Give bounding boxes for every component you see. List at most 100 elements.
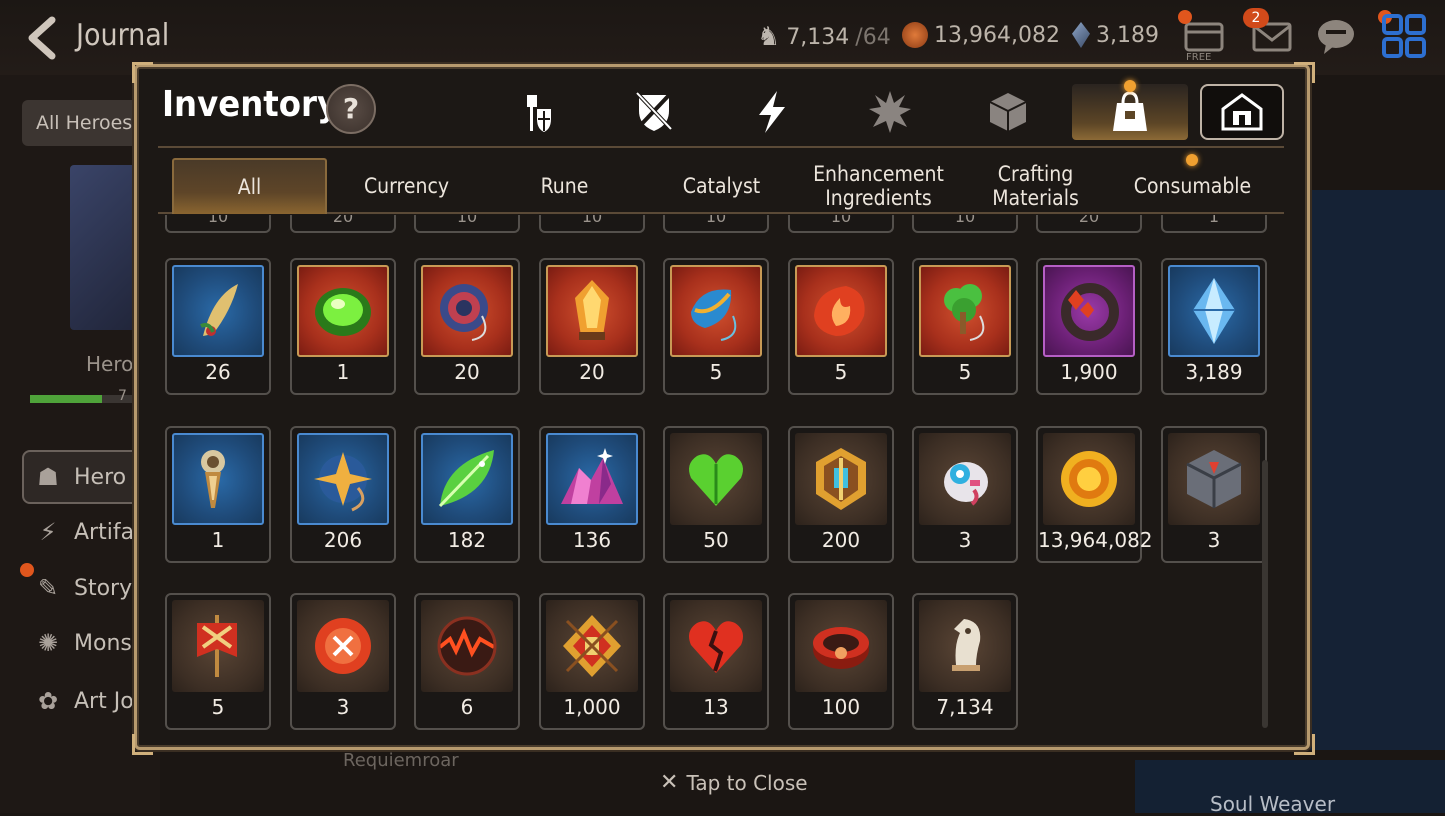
- filter-divider-top: [158, 146, 1284, 148]
- free-label: FREE: [1186, 52, 1212, 63]
- item-quantity: 1,000: [563, 695, 621, 719]
- inventory-slot-partial[interactable]: 10: [912, 215, 1018, 233]
- inventory-slot-partial[interactable]: 20: [1036, 215, 1142, 233]
- tab-equipment[interactable]: [478, 84, 594, 140]
- item-quantity: 1: [336, 360, 350, 384]
- item-quantity: 10: [830, 215, 852, 226]
- filter-tab-catalyst[interactable]: Catalyst: [644, 158, 799, 214]
- resource-value: 7,134: [786, 24, 850, 50]
- inventory-slot[interactable]: 26: [165, 258, 271, 395]
- inventory-slot[interactable]: 13: [663, 593, 769, 730]
- tap-to-close-button[interactable]: ✕ Tap to Close: [660, 770, 808, 795]
- bag-icon: [1113, 91, 1147, 131]
- item-quantity: 182: [447, 528, 487, 552]
- tab-special[interactable]: [714, 84, 830, 140]
- tab-storage[interactable]: [1200, 84, 1284, 140]
- knight-chess-icon: ♞: [757, 22, 781, 52]
- item-quantity: 10: [456, 215, 478, 226]
- inventory-slot[interactable]: 206: [290, 426, 396, 563]
- inventory-slot[interactable]: 5: [663, 258, 769, 395]
- palette-icon: ✿: [37, 687, 59, 715]
- inventory-slot[interactable]: 200: [788, 426, 894, 563]
- inventory-slot[interactable]: 5: [165, 593, 271, 730]
- filter-tab-crafting-materials[interactable]: Crafting Materials: [958, 158, 1113, 214]
- gold-coin-icon: [902, 22, 928, 48]
- item-quantity: 10: [207, 215, 229, 226]
- tree-rune-icon: [919, 265, 1011, 357]
- tab-material[interactable]: [832, 84, 948, 140]
- inventory-slot-partial[interactable]: 10: [414, 215, 520, 233]
- feather-charm-icon: [172, 265, 264, 357]
- inventory-slot[interactable]: 182: [414, 426, 520, 563]
- inventory-slot[interactable]: 13,964,082: [1036, 426, 1153, 563]
- inventory-slot-partial[interactable]: 1: [1161, 215, 1267, 233]
- menu-button[interactable]: [1382, 14, 1426, 58]
- inventory-slot[interactable]: 20: [539, 258, 645, 395]
- green-orb-icon: [297, 265, 389, 357]
- notification-dot: [1124, 80, 1136, 92]
- inventory-slot[interactable]: 1: [165, 426, 271, 563]
- green-leaf-icon: [421, 433, 513, 525]
- item-quantity: 3: [1207, 528, 1221, 552]
- frame-corner: [132, 734, 153, 755]
- inventory-slot[interactable]: 50: [663, 426, 769, 563]
- tab-artifact[interactable]: [596, 84, 712, 140]
- inventory-slot[interactable]: 1,900: [1036, 258, 1142, 395]
- filter-tab-enhancement-ingredients[interactable]: Enhancement Ingredients: [801, 158, 956, 214]
- filter-tab-all[interactable]: All: [172, 158, 327, 214]
- frame-corner: [132, 62, 153, 83]
- inventory-slot-partial[interactable]: 10: [663, 215, 769, 233]
- inventory-slot-partial[interactable]: 10: [788, 215, 894, 233]
- item-quantity: 206: [323, 528, 363, 552]
- lightning-icon: ⚡: [39, 518, 57, 546]
- tab-items[interactable]: [1072, 84, 1188, 140]
- blue-drop-rune-icon: [670, 265, 762, 357]
- item-quantity: 136: [572, 528, 612, 552]
- chat-button[interactable]: [1314, 14, 1358, 58]
- inventory-slot[interactable]: 3: [912, 426, 1018, 563]
- requiem-label: Requiemroar: [343, 750, 459, 771]
- notification-dot: [1178, 10, 1192, 24]
- resource-knight: ♞ 7,134/64: [757, 22, 891, 52]
- help-button[interactable]: ?: [326, 84, 376, 134]
- item-quantity: 3,189: [1185, 360, 1243, 384]
- resource-value: 13,964,082: [934, 22, 1060, 48]
- page-title: Journal: [76, 18, 170, 53]
- scroll-icon: ✎: [37, 574, 59, 602]
- inventory-slot-partial[interactable]: 20: [290, 215, 396, 233]
- fire-rune-icon: [795, 265, 887, 357]
- item-quantity: 13,964,082: [1038, 528, 1153, 552]
- inventory-slot[interactable]: 3: [1161, 426, 1267, 563]
- stone-cube-icon: [1168, 433, 1260, 525]
- inventory-slot[interactable]: 136: [539, 426, 645, 563]
- scrollbar[interactable]: [1262, 460, 1268, 728]
- grid-menu-icon: [1382, 14, 1426, 58]
- hero-label: Hero: [86, 352, 134, 376]
- fist-emblem-icon: [546, 600, 638, 692]
- inventory-slot[interactable]: 100: [788, 593, 894, 730]
- inventory-slot[interactable]: 3,189: [1161, 258, 1267, 395]
- item-quantity: 200: [821, 528, 861, 552]
- blue-swirl-rune-icon: [421, 265, 513, 357]
- filter-tab-consumable[interactable]: Consumable: [1115, 158, 1270, 214]
- inventory-slot-partial[interactable]: 10: [539, 215, 645, 233]
- inventory-slot[interactable]: 6: [414, 593, 520, 730]
- inventory-slot[interactable]: 7,134: [912, 593, 1018, 730]
- inventory-slot-partial[interactable]: 10: [165, 215, 271, 233]
- inventory-slot[interactable]: 1: [290, 258, 396, 395]
- filter-tab-currency[interactable]: Currency: [329, 158, 484, 214]
- item-quantity: 1: [1208, 215, 1220, 226]
- hero-progress-fill: [30, 395, 102, 403]
- broken-heart-leaf-icon: [670, 600, 762, 692]
- sidebar-item-label: Artifa: [74, 519, 135, 545]
- inventory-slot[interactable]: 1,000: [539, 593, 645, 730]
- inventory-slot[interactable]: 20: [414, 258, 520, 395]
- filter-tab-rune[interactable]: Rune: [487, 158, 642, 214]
- inventory-slot[interactable]: 5: [912, 258, 1018, 395]
- tab-misc[interactable]: [950, 84, 1066, 140]
- back-button[interactable]: [22, 14, 62, 62]
- inventory-slot[interactable]: 3: [290, 593, 396, 730]
- pink-crystal-icon: [546, 433, 638, 525]
- resource-value: 3,189: [1096, 22, 1159, 48]
- inventory-slot[interactable]: 5: [788, 258, 894, 395]
